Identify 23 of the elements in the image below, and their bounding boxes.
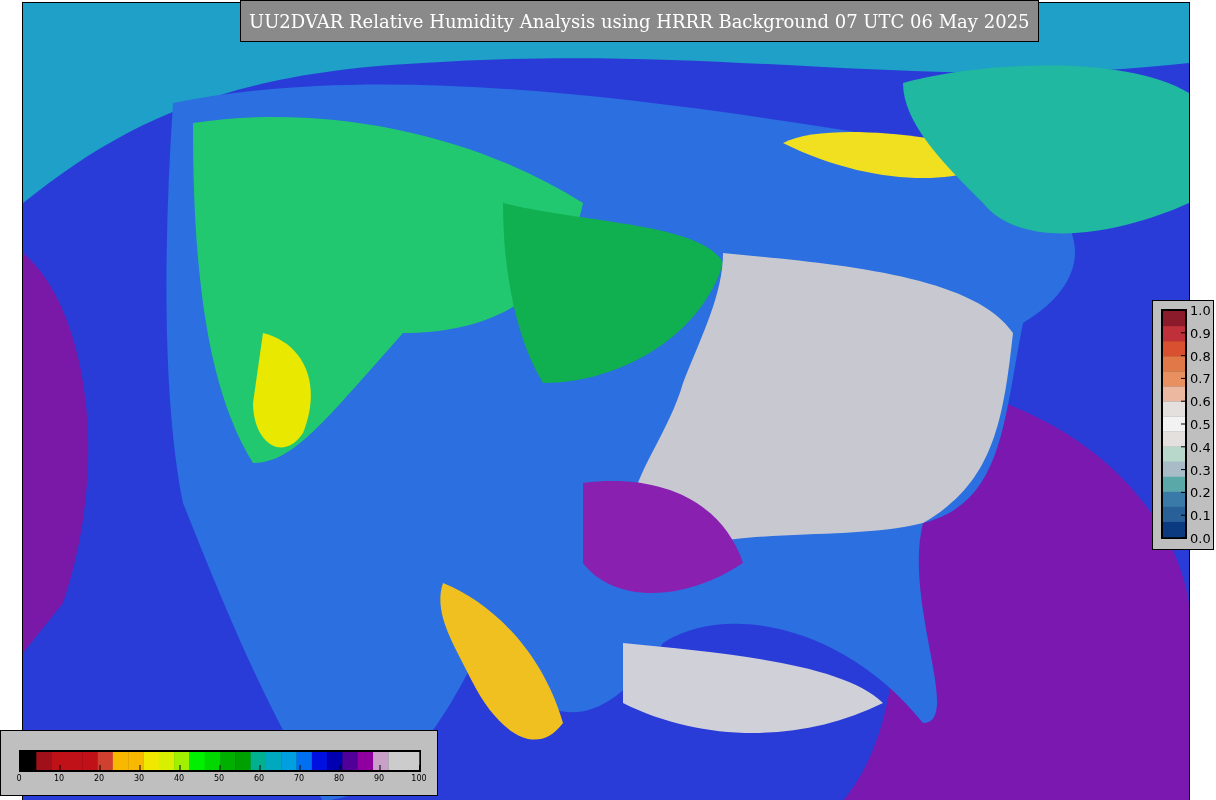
colorbar-tick-label: 80 bbox=[333, 774, 345, 783]
colorbar-tick-label: 10 bbox=[53, 774, 65, 783]
colorbar-tick-label: 20 bbox=[93, 774, 105, 783]
colorbar-tick-label: 0.0 bbox=[1190, 530, 1211, 546]
colorbar-tick-label: 1.0 bbox=[1190, 302, 1211, 318]
colorbar-tick-label: 0.6 bbox=[1190, 393, 1211, 409]
colorbar-tick-label: 90 bbox=[373, 774, 385, 783]
colorbar-tick-label: 0.3 bbox=[1190, 462, 1211, 478]
colorbar-tick-label: 100 bbox=[411, 774, 427, 783]
colorbar-tick-label: 0.5 bbox=[1190, 416, 1211, 432]
colorbar-tick-label: 70 bbox=[293, 774, 305, 783]
colorbar-tick-label: 60 bbox=[253, 774, 265, 783]
colorbar-tick-label: 0.7 bbox=[1190, 370, 1211, 386]
colorbar-tick-label: 0.4 bbox=[1190, 439, 1211, 455]
colorbar-tick-label: 0 bbox=[16, 774, 22, 783]
colorbar-tick-label: 0.8 bbox=[1190, 348, 1211, 364]
chart-title: UU2DVAR Relative Humidity Analysis using HRRR Background 07 UTC 06 May 2025 bbox=[240, 0, 1039, 42]
colorbar-tick-label: 50 bbox=[213, 774, 225, 783]
colorbar-tick-label: 40 bbox=[173, 774, 185, 783]
colorbar-tick-label: 0.9 bbox=[1190, 325, 1211, 341]
colorbar-tick-label: 0.2 bbox=[1190, 484, 1211, 500]
colorbar-tick-label: 0.1 bbox=[1190, 507, 1211, 523]
colorbar-tick-label: 30 bbox=[133, 774, 145, 783]
